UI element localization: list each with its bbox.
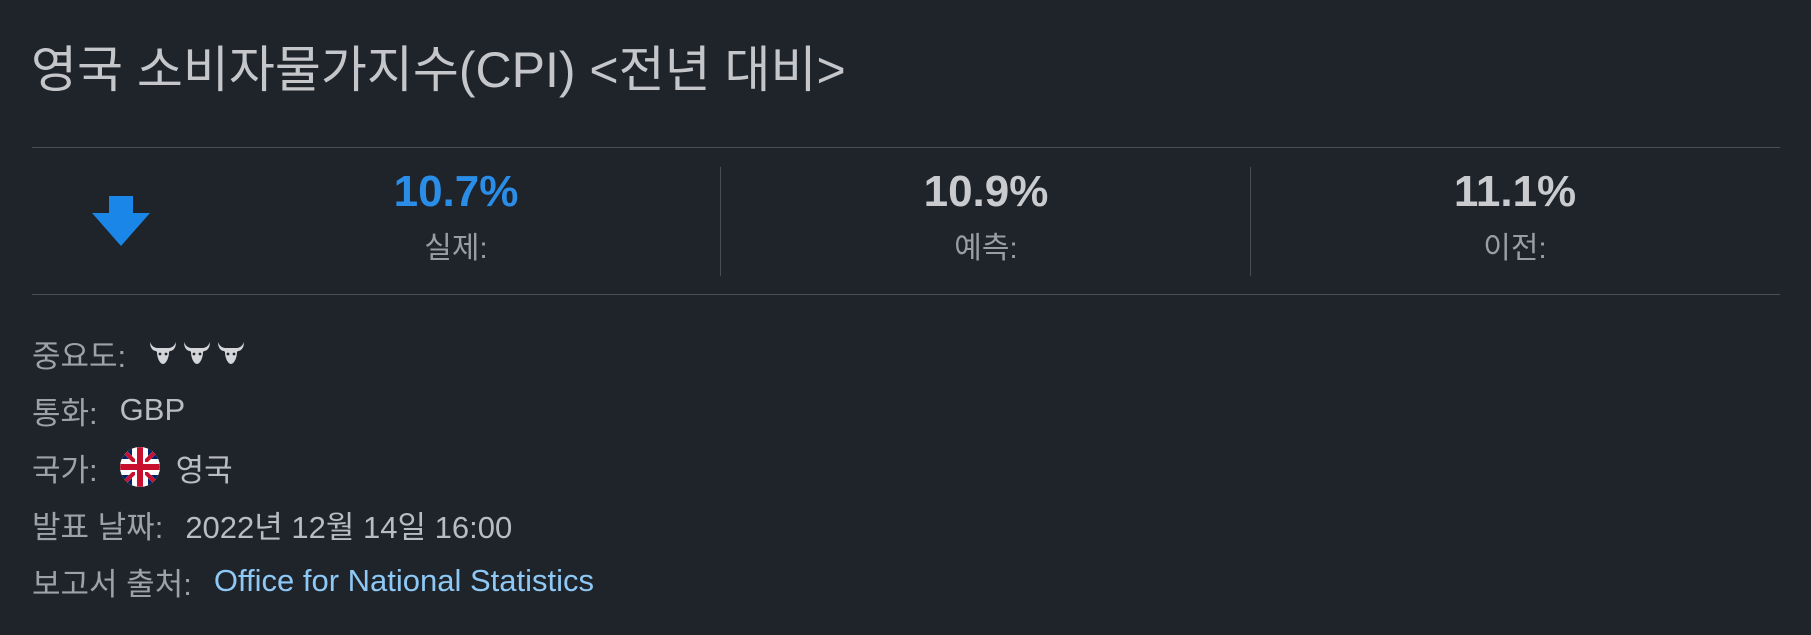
forecast-label: 예측:: [954, 232, 1018, 265]
country-value: 영국: [175, 452, 233, 488]
actual-value: 10.7%: [393, 167, 519, 216]
bull-icon: [184, 342, 211, 364]
release-date-row: 발표 날짜: 2022년 12월 14일 16:00: [32, 502, 512, 546]
divider: [32, 294, 1780, 295]
release-date-value: 2022년 12월 14일 16:00: [185, 509, 513, 545]
page-title: 영국 소비자물가지수(CPI) <전년 대비>: [31, 42, 846, 98]
down-arrow-icon: [92, 196, 150, 246]
currency-value: GBP: [119, 392, 186, 427]
country-row: 국가: 영국: [32, 445, 233, 489]
source-row: 보고서 출처: Office for National Statistics: [32, 559, 594, 603]
forecast-metric: 10.9% 예측:: [836, 170, 1136, 267]
previous-label: 이전:: [1483, 232, 1547, 265]
country-label: 국가:: [32, 452, 98, 488]
importance-label: 중요도:: [32, 338, 127, 374]
bull-icon: [150, 342, 177, 364]
actual-label: 실제:: [424, 232, 488, 265]
divider: [32, 147, 1780, 148]
currency-label: 통화:: [32, 395, 98, 431]
bull-icon: [218, 342, 245, 364]
source-label: 보고서 출처:: [32, 566, 192, 602]
source-link[interactable]: Office for National Statistics: [214, 563, 594, 599]
currency-row: 통화: GBP: [32, 388, 185, 432]
metric-separator: [1250, 167, 1251, 276]
importance-row: 중요도:: [32, 331, 246, 375]
forecast-value: 10.9%: [923, 167, 1049, 216]
uk-flag-icon: [119, 447, 160, 487]
importance-rating: [148, 340, 246, 366]
previous-value: 11.1%: [1453, 167, 1577, 216]
metric-separator: [720, 167, 721, 276]
release-date-label: 발표 날짜:: [32, 509, 164, 545]
previous-metric: 11.1% 이전:: [1365, 170, 1665, 267]
actual-metric: 10.7% 실제:: [306, 170, 606, 267]
